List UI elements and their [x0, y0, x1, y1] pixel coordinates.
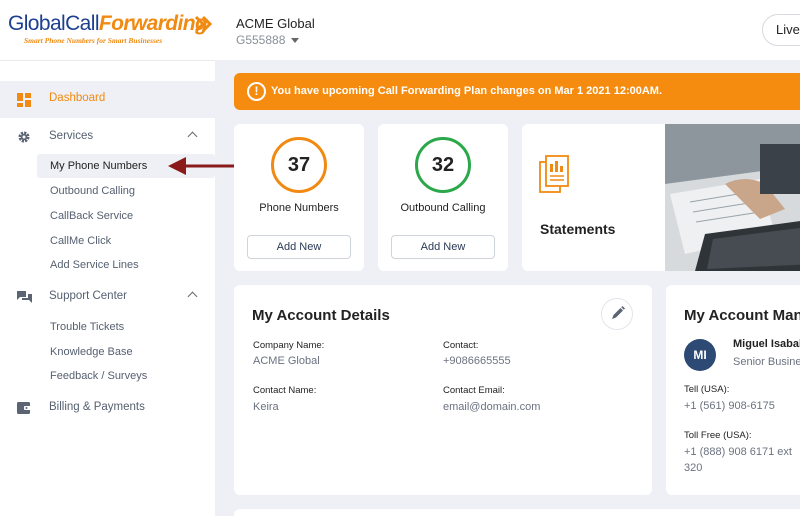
plan-change-banner: ! You have upcoming Call Forwarding Plan…	[234, 73, 800, 110]
statements-card[interactable]: Statements	[522, 124, 800, 271]
sidebar-item-label: Dashboard	[49, 92, 106, 104]
caret-down-icon	[291, 38, 300, 44]
sidebar-item-dashboard[interactable]: Dashboard	[0, 81, 215, 118]
dashboard-icon	[17, 93, 31, 107]
document-stack-icon	[539, 155, 569, 193]
top-bar: GlobalCallForwarding Smart Phone Numbers…	[0, 0, 800, 60]
account-switcher[interactable]: ACME Global G555888	[236, 16, 315, 47]
sidebar-group-support-center[interactable]: Support Center	[0, 284, 215, 310]
tell-label: Tell (USA):	[684, 384, 730, 395]
company-name-label: Company Name:	[253, 340, 325, 351]
banner-text: You have upcoming Call Forwarding Plan c…	[271, 85, 663, 97]
gear-icon	[18, 131, 30, 143]
sidebar-item-knowledge-base[interactable]: Knowledge Base	[50, 346, 133, 358]
chat-bubbles-icon	[17, 291, 32, 303]
outbound-calling-count: 32	[415, 137, 471, 193]
laptop-photo	[665, 124, 800, 271]
phone-numbers-count: 37	[271, 137, 327, 193]
account-manager-title: My Account Manager	[684, 307, 800, 324]
manager-name: Miguel Isabal	[733, 338, 800, 350]
logo-word-call: Call	[65, 12, 99, 35]
chevron-up-icon[interactable]	[187, 291, 198, 302]
tell-value[interactable]: +1 (561) 908-6175	[684, 400, 775, 412]
sidebar-item-callback-service[interactable]: CallBack Service	[50, 210, 133, 222]
add-phone-number-button[interactable]: Add New	[247, 235, 351, 259]
sidebar-group-label: Services	[49, 130, 94, 142]
logo-tagline: Smart Phone Numbers for Smart Businesses	[24, 36, 163, 45]
logo-word-global: Global	[8, 12, 66, 35]
contact-label: Contact:	[443, 340, 479, 351]
sidebar-item-callme-click[interactable]: CallMe Click	[50, 235, 111, 247]
add-outbound-button[interactable]: Add New	[391, 235, 495, 259]
bottom-card	[234, 509, 800, 516]
avatar: MI	[684, 339, 716, 371]
chevron-up-icon[interactable]	[187, 131, 198, 142]
logo-chevrons-icon	[194, 15, 213, 33]
account-details-card: My Account Details Company Name: ACME Gl…	[234, 285, 652, 495]
contact-email-label: Contact Email:	[443, 385, 505, 396]
contact-email-value: email@domain.com	[443, 401, 541, 413]
logo-word-forwarding: Forwarding	[98, 12, 208, 35]
sidebar-item-outbound-calling[interactable]: Outbound Calling	[50, 185, 135, 197]
wallet-icon	[17, 402, 31, 414]
phone-numbers-card[interactable]: 37 Phone Numbers Add New	[234, 124, 364, 271]
sidebar-group-services[interactable]: Services	[0, 124, 215, 150]
contact-name-label: Contact Name:	[253, 385, 317, 396]
toll-free-ext: 320	[684, 462, 703, 474]
outbound-calling-label: Outbound Calling	[400, 202, 486, 214]
statements-label: Statements	[540, 221, 616, 237]
company-name-value: ACME Global	[253, 355, 320, 367]
toll-free-value[interactable]: +1 (888) 908 6171 ext	[684, 446, 792, 458]
account-details-title: My Account Details	[252, 307, 390, 324]
sidebar: Dashboard Services My Phone Numbers Outb…	[0, 60, 215, 516]
outbound-calling-card[interactable]: 32 Outbound Calling Add New	[378, 124, 508, 271]
company-logo[interactable]: GlobalCallForwarding Smart Phone Numbers…	[8, 12, 213, 48]
contact-value: +9086665555	[443, 355, 511, 367]
phone-numbers-label: Phone Numbers	[259, 202, 339, 214]
manager-role: Senior Business	[733, 356, 800, 368]
alert-icon: !	[247, 82, 266, 101]
sidebar-item-billing-payments[interactable]: Billing & Payments	[0, 395, 215, 421]
sidebar-item-label: Billing & Payments	[49, 401, 145, 413]
sidebar-item-trouble-tickets[interactable]: Trouble Tickets	[50, 321, 124, 333]
sidebar-item-label: My Phone Numbers	[50, 160, 148, 172]
pencil-icon	[612, 306, 625, 319]
sidebar-item-add-service-lines[interactable]: Add Service Lines	[50, 259, 139, 271]
contact-name-value: Keira	[253, 401, 279, 413]
account-manager-card: My Account Manager MI Miguel Isabal Seni…	[666, 285, 800, 495]
toll-free-label: Toll Free (USA):	[684, 430, 752, 441]
edit-account-button[interactable]	[601, 298, 633, 330]
account-name: ACME Global	[236, 16, 315, 31]
live-button[interactable]: Live	[762, 14, 800, 46]
sidebar-item-feedback-surveys[interactable]: Feedback / Surveys	[50, 370, 147, 382]
account-id: G555888	[236, 33, 286, 47]
sidebar-group-label: Support Center	[49, 290, 127, 302]
